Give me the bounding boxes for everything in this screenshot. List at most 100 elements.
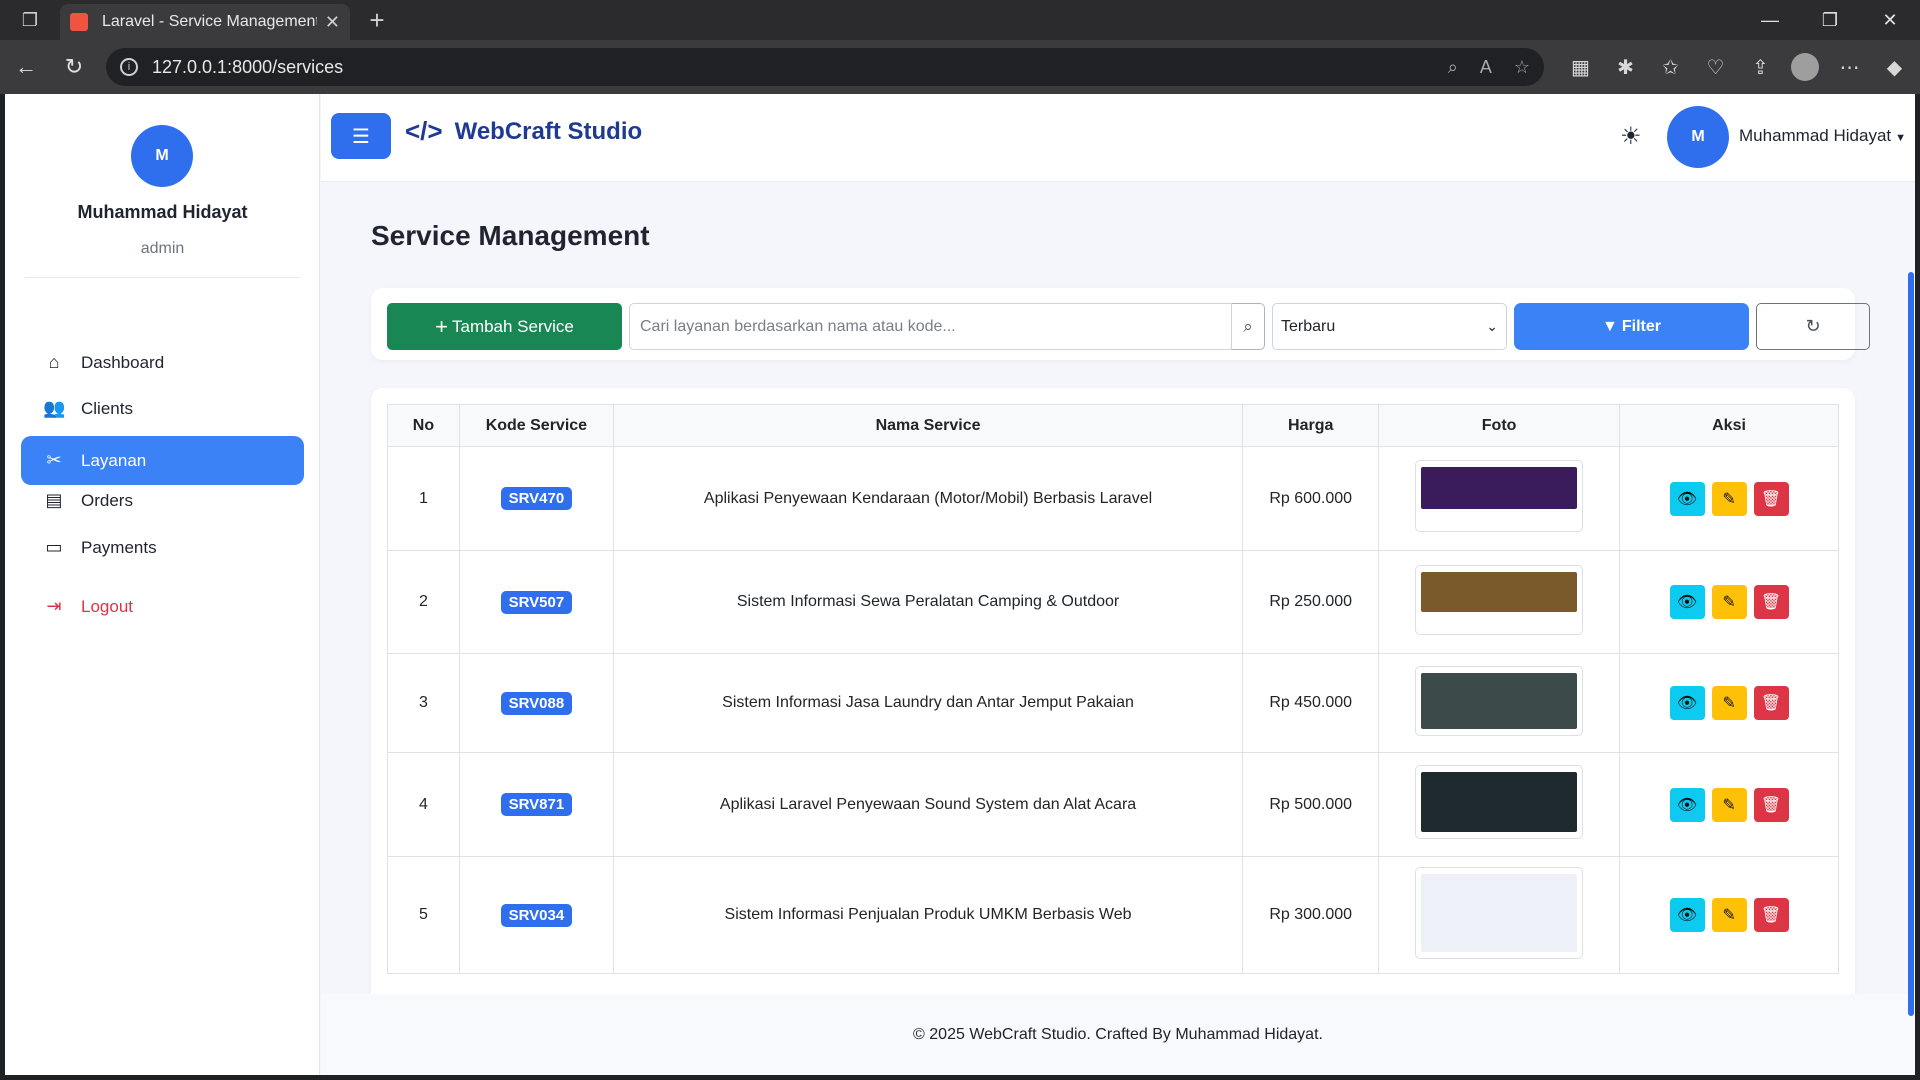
workspaces-icon[interactable]: ❐ [0, 0, 60, 40]
cell-no: 1 [387, 446, 460, 551]
theme-toggle-icon[interactable]: ☀ [1620, 122, 1642, 151]
more-menu-icon[interactable]: ⋯ [1827, 55, 1872, 80]
header-no: No [387, 404, 460, 447]
sidebar-item-label: Clients [81, 398, 133, 418]
extension-icon[interactable]: ▦ [1558, 55, 1603, 80]
sidebar-item-orders[interactable]: ▤ Orders [21, 476, 304, 525]
sidebar-item-clients[interactable]: 👥 Clients [21, 384, 304, 433]
restore-icon[interactable]: ❐ [1800, 10, 1860, 31]
browser-nav-bar: ← ↻ i 127.0.0.1:8000/services ⌕ A ☆ ▦ ✱ … [0, 40, 1920, 94]
favorite-star-icon[interactable]: ☆ [1514, 57, 1530, 78]
sidebar: M Muhammad Hidayat admin ⌂ Dashboard 👥 Clie… [5, 94, 320, 1075]
cell-nama: Sistem Informasi Jasa Laundry dan Antar … [612, 653, 1244, 753]
close-tab-icon[interactable]: ✕ [325, 12, 340, 33]
search-button[interactable]: ⌕ [1232, 303, 1265, 350]
service-photo-thumbnail[interactable] [1415, 765, 1584, 839]
table-row: 5 SRV034 Sistem Informasi Penjualan Produk… [387, 856, 1839, 974]
header-foto: Foto [1378, 404, 1621, 447]
zoom-icon[interactable]: ⌕ [1448, 57, 1458, 78]
back-icon[interactable]: ← [4, 54, 48, 80]
toolbar-card: + Tambah Service Cari layanan berdasarka… [371, 288, 1870, 360]
cell-no: 2 [387, 550, 460, 654]
edit-icon: ✎ [1722, 490, 1736, 508]
service-code-badge: SRV871 [500, 793, 573, 816]
code-icon: </> [405, 116, 443, 146]
view-button[interactable]: 👁 [1669, 481, 1705, 516]
sort-select[interactable]: Terbaru ⌄ [1272, 303, 1507, 350]
eye-icon: 👁 [1676, 490, 1698, 508]
sidebar-item-dashboard[interactable]: ⌂ Dashboard [21, 338, 304, 387]
refresh-button[interactable]: ↻ [1756, 303, 1870, 350]
cell-aksi: 👁 ✎ 🗑 [1619, 446, 1839, 551]
delete-button[interactable]: 🗑 [1753, 585, 1789, 619]
thumbnail-content [1421, 612, 1577, 628]
delete-button[interactable]: 🗑 [1753, 481, 1789, 516]
share-icon[interactable]: ⇪ [1738, 55, 1783, 80]
service-photo-thumbnail[interactable] [1415, 665, 1584, 736]
new-tab-icon[interactable]: + [362, 5, 392, 36]
header-nama: Nama Service [612, 404, 1244, 447]
service-photo-thumbnail[interactable] [1415, 564, 1584, 635]
copilot-icon[interactable]: ◆ [1872, 55, 1917, 80]
cell-harga: Rp 500.000 [1242, 752, 1380, 857]
topbar-avatar[interactable]: M [1667, 106, 1729, 168]
delete-button[interactable]: 🗑 [1753, 686, 1789, 720]
edit-icon: ✎ [1722, 695, 1736, 712]
edit-button[interactable]: ✎ [1711, 898, 1747, 932]
add-service-button[interactable]: + Tambah Service [387, 303, 622, 350]
brand[interactable]: </> WebCraft Studio [405, 116, 642, 147]
row-actions: 👁 ✎ 🗑 [1669, 787, 1789, 822]
search-input[interactable]: Cari layanan berdasarkan nama atau kode.… [629, 303, 1232, 350]
filter-button[interactable]: ▼ Filter [1514, 303, 1749, 350]
hamburger-icon: ☰ [352, 125, 370, 148]
topbar-user-name: Muhammad Hidayat [1739, 126, 1892, 145]
users-icon: 👥 [43, 398, 66, 418]
user-dropdown[interactable]: Muhammad Hidayat ▼ [1739, 126, 1906, 146]
cell-foto [1378, 653, 1621, 753]
delete-button[interactable]: 🗑 [1753, 898, 1789, 932]
logout-button[interactable]: ⇥ Logout [21, 582, 304, 631]
close-window-icon[interactable]: ✕ [1860, 10, 1920, 31]
profile-icon[interactable] [1791, 53, 1819, 81]
scrollbar-thumb[interactable] [1908, 272, 1914, 1016]
sidebar-user-role: admin [140, 240, 185, 257]
brand-name: WebCraft Studio [454, 117, 643, 145]
extensions-puzzle-icon[interactable]: ✱ [1603, 55, 1648, 80]
view-button[interactable]: 👁 [1669, 585, 1705, 619]
address-bar[interactable]: i 127.0.0.1:8000/services ⌕ A ☆ [106, 48, 1544, 86]
cell-harga: Rp 250.000 [1242, 550, 1380, 654]
minimize-icon[interactable]: — [1740, 10, 1800, 31]
service-photo-thumbnail[interactable] [1415, 866, 1584, 959]
read-aloud-icon[interactable]: A [1480, 57, 1492, 78]
sidebar-item-payments[interactable]: ▭ Payments [21, 523, 304, 572]
reload-icon[interactable]: ↻ [52, 54, 96, 80]
cell-foto [1378, 752, 1621, 857]
tab-title: Laravel - Service Management [102, 13, 317, 30]
logout-icon: ⇥ [46, 596, 62, 616]
edit-button[interactable]: ✎ [1711, 686, 1747, 720]
view-button[interactable]: 👁 [1669, 787, 1705, 822]
browser-tab[interactable]: Laravel - Service Management ✕ [60, 4, 350, 40]
favorites-icon[interactable]: ✩ [1648, 55, 1693, 80]
edit-button[interactable]: ✎ [1711, 481, 1747, 516]
cell-no: 5 [387, 856, 460, 974]
topbar: ☰ </> WebCraft Studio ☀ M Muhammad Hiday… [321, 94, 1915, 182]
sidebar-user-name: Muhammad Hidayat [77, 202, 248, 222]
view-button[interactable]: 👁 [1669, 898, 1705, 932]
edit-button[interactable]: ✎ [1711, 585, 1747, 619]
cell-foto [1378, 446, 1621, 551]
view-button[interactable]: 👁 [1669, 686, 1705, 720]
url-text[interactable]: 127.0.0.1:8000/services [152, 57, 1426, 78]
app: M Muhammad Hidayat admin ⌂ Dashboard 👥 Clie… [5, 94, 1915, 1075]
edit-button[interactable]: ✎ [1711, 787, 1747, 822]
window-controls: — ❐ ✕ [1740, 10, 1920, 31]
tools-icon: ✂ [46, 450, 62, 470]
menu-toggle-button[interactable]: ☰ [331, 113, 391, 159]
browser-essentials-icon[interactable]: ♡ [1693, 55, 1738, 80]
service-photo-thumbnail[interactable] [1415, 460, 1584, 532]
delete-button[interactable]: 🗑 [1753, 787, 1789, 822]
cell-harga: Rp 450.000 [1242, 653, 1380, 753]
edit-icon: ✎ [1722, 796, 1736, 814]
site-info-icon[interactable]: i [120, 58, 138, 76]
scrollbar[interactable] [1905, 182, 1915, 1075]
